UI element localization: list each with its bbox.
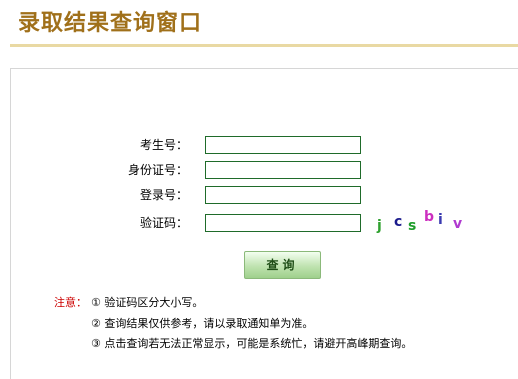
- notice-item: ② 查询结果仅供参考，请以录取通知单为准。: [91, 317, 314, 330]
- login-number-input[interactable]: [205, 186, 361, 204]
- captcha-char: s: [408, 218, 417, 234]
- captcha-char: j: [377, 218, 382, 234]
- candidate-number-input[interactable]: [205, 136, 361, 154]
- captcha-char: c: [394, 214, 403, 230]
- captcha-char: i: [438, 212, 443, 228]
- query-button[interactable]: 查询: [244, 251, 321, 279]
- notice-item: ① 验证码区分大小写。: [91, 296, 204, 309]
- candidate-number-label: 考生号：: [139, 138, 188, 152]
- login-number-label: 登录号：: [139, 188, 188, 202]
- id-number-label: 身份证号：: [127, 163, 188, 177]
- captcha-char: v: [453, 216, 463, 232]
- notice-label: 注意：: [54, 296, 87, 309]
- title-divider: [10, 44, 518, 47]
- id-number-input[interactable]: [205, 161, 361, 179]
- captcha-input[interactable]: [205, 214, 361, 232]
- captcha-label: 验证码：: [139, 216, 188, 230]
- page-title: 录取结果查询窗口: [18, 10, 203, 36]
- notice-item: ③ 点击查询若无法正常显示，可能是系统忙，请避开高峰期查询。: [91, 337, 413, 350]
- captcha-char: b: [424, 209, 435, 225]
